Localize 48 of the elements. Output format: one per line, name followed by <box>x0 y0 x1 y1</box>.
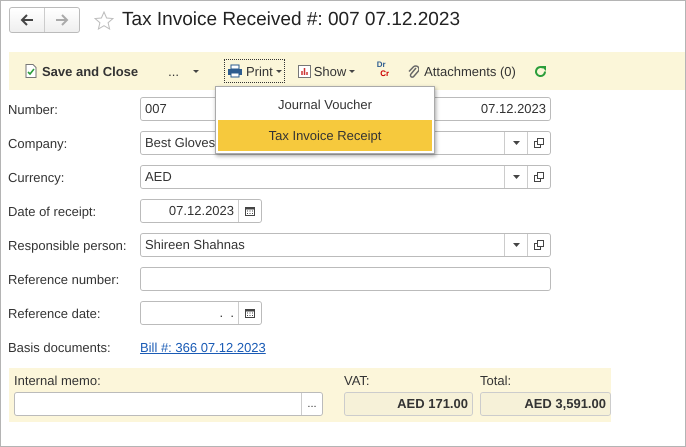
select-field[interactable]: Shireen Shahnas <box>140 233 551 257</box>
back-arrow-icon <box>20 14 34 26</box>
field-label: Total: <box>480 373 512 388</box>
field-label: VAT: <box>344 373 371 388</box>
paperclip-icon <box>407 64 420 78</box>
caret-icon <box>349 70 356 72</box>
ellipsis-button[interactable]: ... <box>301 393 322 415</box>
field-label: Currency: <box>8 170 66 184</box>
field-label: Basis documents: <box>8 340 112 354</box>
calendar-icon <box>245 308 255 318</box>
bar-chart-icon <box>298 64 311 78</box>
calendar-icon <box>245 206 255 216</box>
document-link[interactable]: Bill #: 366 07.12.2023 <box>140 340 266 354</box>
field-label: Number: <box>8 102 59 116</box>
caret-icon <box>512 175 520 179</box>
open-window-icon <box>534 240 544 250</box>
document-check-icon <box>25 64 37 78</box>
caret-icon <box>512 243 520 247</box>
memo-field[interactable]: ... <box>14 392 323 416</box>
more-button[interactable]: ... <box>166 60 201 82</box>
refresh-icon <box>534 64 547 78</box>
open-window-icon <box>534 172 544 182</box>
debit-credit-button[interactable]: Dr Cr <box>371 60 392 82</box>
date-field[interactable]: . . <box>140 301 262 325</box>
field-label: Responsible person: <box>8 238 128 252</box>
star-icon[interactable] <box>94 10 114 30</box>
save-and-close-button[interactable]: Save and Close <box>23 60 140 82</box>
show-button[interactable]: Show <box>296 60 358 82</box>
caret-icon <box>512 141 520 145</box>
field-label: Date of receipt: <box>8 204 98 218</box>
vat-amount: AED 171.00 <box>344 392 473 416</box>
printer-icon <box>226 64 243 78</box>
total-amount: AED 3,591.00 <box>480 392 611 416</box>
caret-icon <box>276 70 282 72</box>
field-label: Company: <box>8 136 68 150</box>
attachments-button[interactable]: Attachments (0) <box>405 60 518 82</box>
field-label: Reference date: <box>8 306 102 320</box>
window-title: Tax Invoice Received #: 007 07.12.2023 <box>122 9 460 31</box>
forward-arrow-icon <box>55 14 69 26</box>
print-button[interactable]: Print <box>224 60 284 82</box>
open-window-icon <box>534 138 544 148</box>
menu-item[interactable]: Tax Invoice Receipt <box>218 120 432 151</box>
select-field[interactable]: AED <box>140 165 551 189</box>
caret-icon <box>192 70 199 72</box>
text-field[interactable] <box>140 267 551 291</box>
date-field[interactable]: 07.12.2023 <box>140 199 262 223</box>
field-label: Internal memo: <box>14 373 102 388</box>
field-label: Reference number: <box>8 272 120 286</box>
